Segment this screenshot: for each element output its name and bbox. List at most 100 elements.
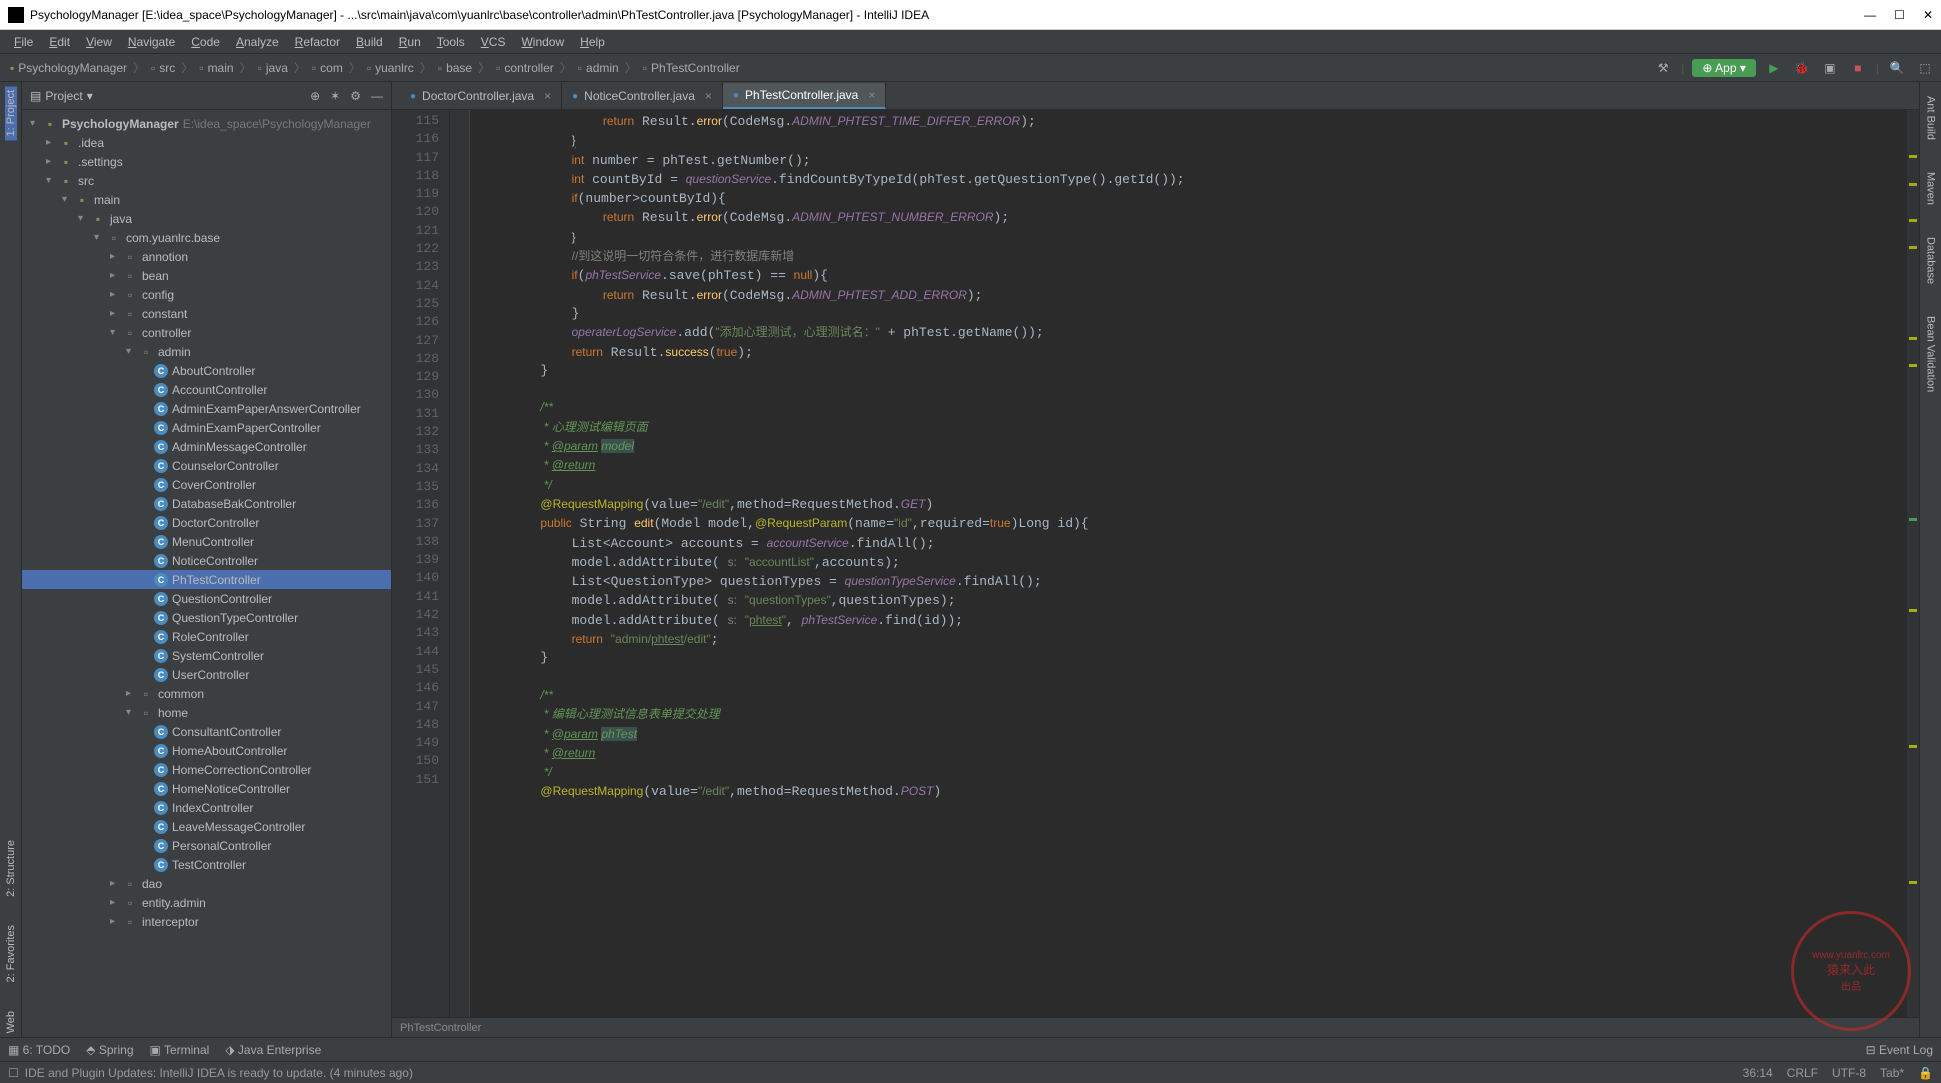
- menu-vcs[interactable]: VCS: [473, 33, 514, 51]
- tool-tab-terminal[interactable]: ▣ Terminal: [150, 1043, 210, 1057]
- tree-node[interactable]: CAdminMessageController: [22, 437, 391, 456]
- tool-tab-structure[interactable]: 2: Structure: [5, 836, 17, 901]
- tree-node[interactable]: CHomeAboutController: [22, 741, 391, 760]
- menu-tools[interactable]: Tools: [429, 33, 473, 51]
- cursor-position[interactable]: 36:14: [1743, 1066, 1773, 1080]
- tree-node[interactable]: CRoleController: [22, 627, 391, 646]
- tree-node[interactable]: CTestController: [22, 855, 391, 874]
- tree-node[interactable]: CAdminExamPaperController: [22, 418, 391, 437]
- tree-node[interactable]: ▸▫bean: [22, 266, 391, 285]
- tree-node[interactable]: ▸▫dao: [22, 874, 391, 893]
- editor-tab[interactable]: ●PhTestController.java×: [723, 83, 886, 109]
- line-gutter[interactable]: 115 116 117 118 119 120 121 122 123 124 …: [392, 110, 450, 1017]
- menu-file[interactable]: File: [6, 33, 41, 51]
- close-tab-icon[interactable]: ×: [868, 88, 875, 102]
- tree-node[interactable]: ▾▫com.yuanlrc.base: [22, 228, 391, 247]
- tree-node[interactable]: CHomeCorrectionController: [22, 760, 391, 779]
- menu-navigate[interactable]: Navigate: [120, 33, 183, 51]
- tree-node[interactable]: CPhTestController: [22, 570, 391, 589]
- tree-node[interactable]: ▾▪main: [22, 190, 391, 209]
- tree-node[interactable]: ▸▫common: [22, 684, 391, 703]
- menu-refactor[interactable]: Refactor: [287, 33, 348, 51]
- indent-info[interactable]: Tab*: [1880, 1066, 1904, 1080]
- lock-icon[interactable]: 🔒: [1918, 1066, 1933, 1080]
- tree-node[interactable]: CCounselorController: [22, 456, 391, 475]
- close-tab-icon[interactable]: ×: [544, 89, 551, 103]
- tool-tab-web[interactable]: Web: [5, 1007, 17, 1037]
- tree-node[interactable]: CAboutController: [22, 361, 391, 380]
- menu-view[interactable]: View: [78, 33, 120, 51]
- line-separator[interactable]: CRLF: [1787, 1066, 1818, 1080]
- close-tab-icon[interactable]: ×: [705, 89, 712, 103]
- menu-window[interactable]: Window: [513, 33, 572, 51]
- search-icon[interactable]: 🔍: [1887, 58, 1907, 78]
- event-log-button[interactable]: ⊟ Event Log: [1866, 1043, 1933, 1057]
- locate-icon[interactable]: ⊕: [310, 89, 320, 103]
- tree-node[interactable]: ▾▪src: [22, 171, 391, 190]
- close-button[interactable]: ✕: [1923, 8, 1933, 22]
- tool-tab-favorites[interactable]: 2: Favorites: [5, 921, 17, 986]
- settings-icon[interactable]: ⬚: [1915, 58, 1935, 78]
- breadcrumb-item[interactable]: ▫ com: [308, 61, 347, 75]
- tree-node[interactable]: CLeaveMessageController: [22, 817, 391, 836]
- tool-tab-spring[interactable]: ⬘ Spring: [86, 1043, 133, 1057]
- menu-edit[interactable]: Edit: [41, 33, 78, 51]
- tree-node[interactable]: CQuestionController: [22, 589, 391, 608]
- menu-analyze[interactable]: Analyze: [228, 33, 287, 51]
- tree-node[interactable]: CDoctorController: [22, 513, 391, 532]
- file-encoding[interactable]: UTF-8: [1832, 1066, 1866, 1080]
- tree-node[interactable]: ▸▫entity.admin: [22, 893, 391, 912]
- run-config-button[interactable]: ⊕ App ▾: [1692, 59, 1755, 77]
- tree-node[interactable]: CNoticeController: [22, 551, 391, 570]
- tree-node[interactable]: CDatabaseBakController: [22, 494, 391, 513]
- tool-tab-project[interactable]: 1: Project: [5, 86, 17, 140]
- breadcrumb-item[interactable]: ▫ controller: [492, 61, 558, 75]
- tool-tab-ant[interactable]: Ant Build: [1925, 92, 1937, 144]
- code-editor[interactable]: return Result.error(CodeMsg.ADMIN_PHTEST…: [470, 110, 1907, 1017]
- tree-node[interactable]: ▸▫config: [22, 285, 391, 304]
- tree-node[interactable]: CAdminExamPaperAnswerController: [22, 399, 391, 418]
- maximize-button[interactable]: ☐: [1894, 8, 1905, 22]
- tree-node[interactable]: ▸▫interceptor: [22, 912, 391, 931]
- breadcrumb-item[interactable]: ▫ java: [254, 61, 292, 75]
- breadcrumb-item[interactable]: ▫ admin: [574, 61, 623, 75]
- tree-node[interactable]: ▾▫admin: [22, 342, 391, 361]
- menu-code[interactable]: Code: [183, 33, 228, 51]
- tree-node[interactable]: CPersonalController: [22, 836, 391, 855]
- stop-icon[interactable]: ■: [1848, 58, 1868, 78]
- tree-node[interactable]: CUserController: [22, 665, 391, 684]
- tree-node[interactable]: ▾▫home: [22, 703, 391, 722]
- breadcrumb-item[interactable]: ▪ PsychologyManager: [6, 61, 131, 75]
- editor-breadcrumb[interactable]: PhTestController: [392, 1017, 1919, 1037]
- project-view-selector[interactable]: ▤ Project ▾: [30, 89, 93, 103]
- tree-node[interactable]: ▾▫controller: [22, 323, 391, 342]
- tree-node[interactable]: ▸▪.idea: [22, 133, 391, 152]
- error-stripe[interactable]: [1907, 110, 1919, 1017]
- tree-node[interactable]: ▸▪.settings: [22, 152, 391, 171]
- breadcrumb-item[interactable]: ▫ base: [434, 61, 476, 75]
- tree-node[interactable]: CCoverController: [22, 475, 391, 494]
- build-icon[interactable]: ⚒: [1653, 58, 1673, 78]
- tree-node[interactable]: CAccountController: [22, 380, 391, 399]
- tree-node[interactable]: ▾▪java: [22, 209, 391, 228]
- minimize-button[interactable]: —: [1864, 8, 1876, 22]
- breadcrumb-item[interactable]: ▫ PhTestController: [639, 61, 744, 75]
- menu-help[interactable]: Help: [572, 33, 613, 51]
- hide-icon[interactable]: —: [371, 89, 383, 103]
- menu-run[interactable]: Run: [391, 33, 429, 51]
- project-tree[interactable]: ▾▪ PsychologyManager E:\idea_space\Psych…: [22, 110, 391, 1037]
- tool-tab-maven[interactable]: Maven: [1925, 168, 1937, 209]
- tree-node[interactable]: CHomeNoticeController: [22, 779, 391, 798]
- coverage-icon[interactable]: ▣: [1820, 58, 1840, 78]
- run-icon[interactable]: ▶: [1764, 58, 1784, 78]
- tree-node[interactable]: CSystemController: [22, 646, 391, 665]
- tree-root[interactable]: ▾▪ PsychologyManager E:\idea_space\Psych…: [22, 114, 391, 133]
- debug-icon[interactable]: 🐞: [1792, 58, 1812, 78]
- editor-tab[interactable]: ●NoticeController.java×: [562, 83, 723, 109]
- tool-tab-bean[interactable]: Bean Validation: [1925, 312, 1937, 396]
- breadcrumb-item[interactable]: ▫ src: [147, 61, 179, 75]
- tool-tab-database[interactable]: Database: [1925, 233, 1937, 288]
- fold-gutter[interactable]: [450, 110, 470, 1017]
- tool-tab-todo[interactable]: ▦ 6: TODO: [8, 1043, 70, 1057]
- settings-icon[interactable]: ⚙: [350, 89, 361, 103]
